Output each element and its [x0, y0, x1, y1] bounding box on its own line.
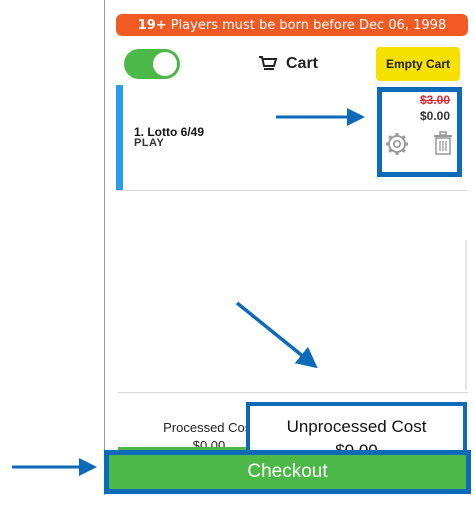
arrow-to-unprocessed	[235, 301, 318, 369]
annotation-arrows	[12, 108, 365, 476]
